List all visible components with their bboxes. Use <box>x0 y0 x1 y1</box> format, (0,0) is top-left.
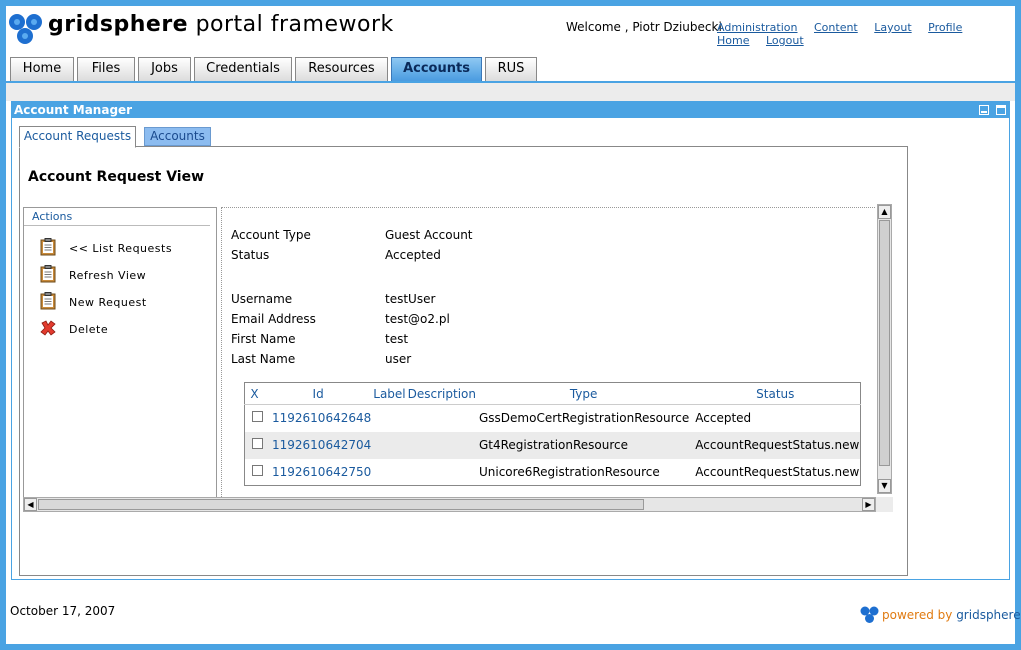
link-logout[interactable]: Logout <box>766 34 804 47</box>
vertical-scrollbar[interactable]: ▲ ▼ <box>877 204 892 494</box>
brand-title: gridsphere portal framework <box>48 12 394 37</box>
row-description <box>406 431 477 459</box>
detail-value: test <box>385 332 409 346</box>
link-layout[interactable]: Layout <box>874 21 911 34</box>
row-type: Unicore6RegistrationResource <box>478 464 660 479</box>
tab-home[interactable]: Home <box>10 57 74 81</box>
horizontal-scroll-thumb[interactable] <box>38 499 644 510</box>
row-description <box>407 459 477 486</box>
clipboard-icon <box>40 265 56 283</box>
header-links: Administration Content Layout Profile Ho… <box>717 21 1015 47</box>
scroll-left-icon[interactable]: ◀ <box>24 498 37 511</box>
subtab-accounts[interactable]: Accounts <box>144 127 211 146</box>
scrollbar-corner <box>876 497 893 512</box>
delete-x-icon <box>40 320 56 336</box>
tab-resources[interactable]: Resources <box>295 57 388 81</box>
subtab-account-requests[interactable]: Account Requests <box>19 126 136 148</box>
clipboard-icon <box>40 238 56 256</box>
powered-by-name: gridsphere <box>956 608 1021 622</box>
link-home[interactable]: Home <box>717 34 749 47</box>
actions-heading: Actions <box>24 208 210 226</box>
maximize-icon[interactable] <box>996 105 1006 115</box>
request-id-link[interactable]: 1192610642648 <box>272 411 371 425</box>
tab-accounts[interactable]: Accounts <box>391 57 482 81</box>
row-type: Gt4RegistrationResource <box>476 431 691 459</box>
row-checkbox[interactable] <box>252 411 263 423</box>
table-header: X Id Label Description Type Status <box>244 382 861 405</box>
row-checkbox[interactable] <box>252 438 263 449</box>
request-id-link[interactable]: 1192610642704 <box>272 438 371 452</box>
column-header-description[interactable]: Description <box>406 382 477 405</box>
powered-by[interactable]: powered by gridsphere <box>858 606 1021 623</box>
detail-value: testUser <box>385 292 436 306</box>
actions-panel: Actions << List Requests Refresh View Ne… <box>23 207 217 497</box>
resource-requests-table: X Id Label Description Type Status 11926… <box>244 382 862 486</box>
powered-by-label: powered by <box>882 608 953 622</box>
detail-label: Username <box>231 292 293 306</box>
row-status: AccountRequestStatus.new <box>695 464 860 479</box>
account-manager-portlet: Account Manager Account Requests Account… <box>11 101 1010 580</box>
table-row: 1192610642648 GssDemoCertRegistrationRes… <box>245 405 861 432</box>
table-row: 1192610642750 Unicore6RegistrationResour… <box>245 459 861 486</box>
scroll-up-icon[interactable]: ▲ <box>878 205 891 219</box>
tab-jobs[interactable]: Jobs <box>138 57 191 81</box>
detail-value: Guest Account <box>385 228 473 242</box>
request-id-link[interactable]: 1192610642750 <box>272 465 371 479</box>
row-status: AccountRequestStatus.new <box>690 431 861 459</box>
gridsphere-logo-icon <box>9 14 42 44</box>
portal-page: gridsphere portal framework Welcome , Pi… <box>6 6 1021 644</box>
detail-value: Accepted <box>385 248 441 262</box>
row-description <box>407 405 477 432</box>
scroll-right-icon[interactable]: ▶ <box>862 498 875 511</box>
portlet-title: Account Manager <box>12 102 1009 118</box>
tab-band <box>6 83 1015 101</box>
link-profile[interactable]: Profile <box>928 21 962 34</box>
detail-value: user <box>385 352 412 366</box>
request-details: Account Type Guest Account Status Accept… <box>221 207 875 497</box>
action-label: Refresh View <box>69 269 147 282</box>
row-label <box>372 405 406 432</box>
header: gridsphere portal framework Welcome , Pi… <box>6 6 1015 56</box>
welcome-message: Welcome , Piotr Dziubecki <box>566 20 722 34</box>
row-status: Accepted <box>695 411 752 426</box>
column-header-status[interactable]: Status <box>690 382 861 405</box>
footer-date: October 17, 2007 <box>10 604 116 618</box>
detail-label: Status <box>231 248 270 262</box>
detail-label: Last Name <box>231 352 296 366</box>
minimize-icon[interactable] <box>979 105 989 115</box>
row-label <box>372 431 407 459</box>
detail-label: Account Type <box>231 228 311 242</box>
account-request-panel: Account Request View Actions << List Req… <box>19 146 908 576</box>
row-checkbox[interactable] <box>252 464 263 476</box>
tab-files[interactable]: Files <box>77 57 135 81</box>
action-label: << List Requests <box>69 242 173 255</box>
scroll-down-icon[interactable]: ▼ <box>878 479 891 493</box>
clipboard-icon <box>40 292 56 310</box>
column-header-x: X <box>244 382 264 405</box>
row-type: GssDemoCertRegistrationResource <box>478 411 690 426</box>
tab-credentials[interactable]: Credentials <box>194 57 292 81</box>
column-header-type[interactable]: Type <box>476 382 691 405</box>
horizontal-scrollbar[interactable]: ◀ ▶ <box>23 497 876 512</box>
row-label <box>372 459 406 486</box>
view-title: Account Request View <box>28 169 205 185</box>
tab-rus[interactable]: RUS <box>485 57 537 81</box>
link-administration[interactable]: Administration <box>717 21 798 34</box>
gridsphere-small-logo-icon <box>860 606 879 623</box>
vertical-scroll-thumb[interactable] <box>879 220 890 466</box>
detail-value: test@o2.pl <box>385 312 450 326</box>
action-label: New Request <box>69 296 147 309</box>
column-header-label[interactable]: Label <box>372 382 407 405</box>
action-label: Delete <box>69 323 109 336</box>
column-header-id[interactable]: Id <box>264 382 373 405</box>
table-row: 1192610642704 Gt4RegistrationResource Ac… <box>244 431 861 459</box>
detail-label: Email Address <box>231 312 316 326</box>
detail-label: First Name <box>231 332 296 346</box>
link-content[interactable]: Content <box>814 21 858 34</box>
